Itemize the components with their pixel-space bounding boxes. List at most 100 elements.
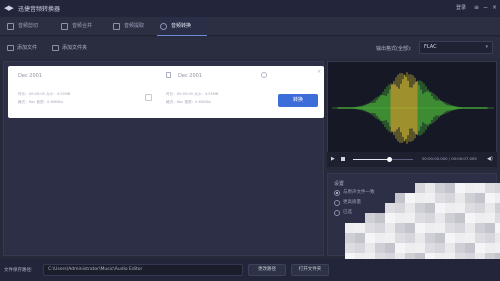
minimize-icon[interactable]: − <box>481 3 490 13</box>
mosaic-cell <box>455 243 465 253</box>
mosaic-cell <box>425 233 435 243</box>
mosaic-cell <box>345 223 355 233</box>
add-folder-button[interactable]: 添加文件夹 <box>50 42 87 54</box>
open-folder-button[interactable]: 打开文件夹 <box>291 264 329 276</box>
mosaic-cell <box>465 213 475 223</box>
mosaic-cell <box>425 223 435 233</box>
mosaic-cell <box>385 223 395 233</box>
mosaic-cell <box>405 233 415 243</box>
mosaic-cell <box>485 213 495 223</box>
mosaic-cell <box>455 203 465 213</box>
mosaic-cell <box>455 223 465 233</box>
mosaic-cell <box>405 223 415 233</box>
radio-icon <box>334 190 340 196</box>
format-value: FLAC <box>424 44 437 50</box>
mosaic-cell <box>415 243 425 253</box>
mosaic-cell <box>445 233 455 243</box>
mosaic-cell <box>475 223 485 233</box>
mosaic-cell <box>495 233 500 243</box>
folder-icon <box>52 45 59 51</box>
mosaic-cell <box>485 233 495 243</box>
output-path-label: 文件保存路径: <box>4 268 33 273</box>
tab-audio-cut[interactable]: 音频剪切 <box>4 17 54 36</box>
login-link[interactable]: 登录 <box>456 4 466 11</box>
mosaic-cell <box>435 193 445 203</box>
mosaic-cell <box>445 183 455 193</box>
source-meta-line2: 格式：flac 音质：0.65KB/s <box>18 100 64 104</box>
mosaic-cell <box>405 243 415 253</box>
mosaic-cell <box>395 223 405 233</box>
mosaic-cell <box>435 233 445 243</box>
tab-audio-convert[interactable]: 音频转换 <box>157 17 207 36</box>
mosaic-cell <box>465 243 475 253</box>
source-file-name: Dec 2001 <box>18 73 42 79</box>
mosaic-cell <box>435 243 445 253</box>
mosaic-cell <box>415 213 425 223</box>
format-select[interactable]: FLAC ▾ <box>419 41 493 54</box>
mosaic-cell <box>345 243 355 253</box>
target-meta-line2: 格式：flac 音质：0.65KB/s <box>166 100 212 104</box>
chevron-down-icon: ▾ <box>485 44 488 50</box>
add-file-button[interactable]: 添加文件 <box>5 42 37 54</box>
mosaic-cell <box>435 183 445 193</box>
convert-button[interactable]: 转换 <box>278 94 318 107</box>
tab-audio-extract[interactable]: 音频提取 <box>110 17 160 36</box>
volume-icon[interactable]: ◀) <box>487 156 493 162</box>
mosaic-cell <box>495 193 500 203</box>
mosaic-cell <box>485 183 495 193</box>
output-path-field[interactable]: C:\Users\Administrator\Music\Audio Edito… <box>43 264 243 276</box>
mosaic-cell <box>465 223 475 233</box>
mosaic-cell <box>425 203 435 213</box>
mosaic-cell <box>445 193 455 203</box>
mosaic-cell <box>445 243 455 253</box>
extract-icon <box>113 23 120 30</box>
close-icon[interactable]: × <box>490 3 499 13</box>
tab-label: 音频转换 <box>171 23 192 29</box>
mosaic-cell <box>495 223 500 233</box>
mosaic-cell <box>435 213 445 223</box>
mosaic-cell <box>385 213 395 223</box>
mosaic-cell <box>475 213 485 223</box>
mosaic-cell <box>485 203 495 213</box>
mosaic-cell <box>395 213 405 223</box>
play-icon[interactable]: ▶ <box>331 156 335 162</box>
target-file-name: Dec 2001 <box>178 73 202 79</box>
mosaic-cell <box>475 233 485 243</box>
mosaic-cell <box>355 233 365 243</box>
mosaic-cell <box>395 203 405 213</box>
mosaic-cell <box>425 243 435 253</box>
mosaic-cell <box>495 203 500 213</box>
mosaic-cell <box>405 193 415 203</box>
progress-handle[interactable] <box>386 157 392 162</box>
remove-file-icon[interactable]: × <box>317 69 321 75</box>
tab-audio-merge[interactable]: 音频合并 <box>58 17 108 36</box>
mosaic-cell <box>425 183 435 193</box>
mosaic-cell <box>465 203 475 213</box>
stop-icon[interactable] <box>341 157 345 161</box>
mosaic-cell <box>465 233 475 243</box>
mosaic-cell <box>475 193 485 203</box>
progress-slider[interactable] <box>353 157 413 162</box>
mosaic-cell <box>425 213 435 223</box>
mosaic-cell <box>395 243 405 253</box>
mosaic-cell <box>415 203 425 213</box>
mosaic-cell <box>455 213 465 223</box>
scissors-icon <box>7 23 14 30</box>
add-folder-label: 添加文件夹 <box>62 45 88 51</box>
settings-icon[interactable] <box>261 72 267 78</box>
menu-icon[interactable]: ≡ <box>472 3 481 13</box>
add-file-label: 添加文件 <box>17 45 38 51</box>
tab-label: 音频提取 <box>124 23 145 29</box>
mosaic-cell <box>465 193 475 203</box>
time-readout: 00:00:00.000 / 00:00:07.009 <box>422 156 477 161</box>
mosaic-cell <box>455 193 465 203</box>
mosaic-cell <box>355 223 365 233</box>
mosaic-cell <box>395 233 405 243</box>
file-icon <box>166 72 171 78</box>
change-path-button[interactable]: 更改路径 <box>248 264 286 276</box>
mosaic-cell <box>375 223 385 233</box>
mosaic-cell <box>395 193 405 203</box>
mosaic-cell <box>365 223 375 233</box>
add-file-icon <box>7 45 14 51</box>
tab-label: 音频合并 <box>72 23 93 29</box>
